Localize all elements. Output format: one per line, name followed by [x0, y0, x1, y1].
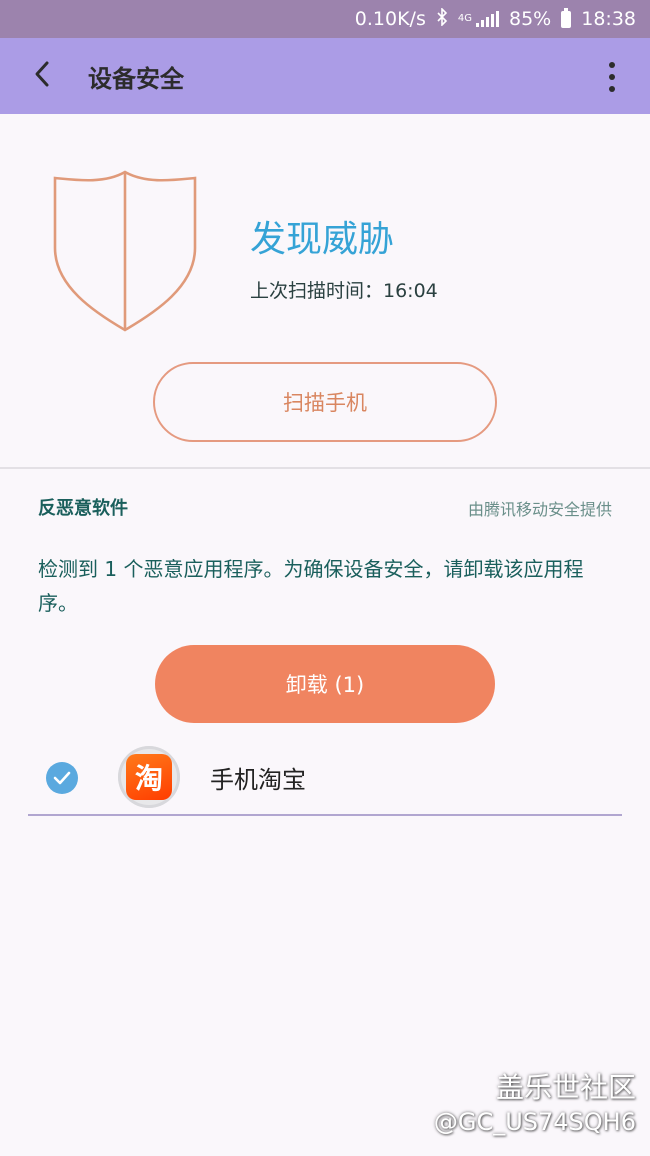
watermark-title: 盖乐世社区 — [495, 1071, 636, 1104]
threat-status-title: 发现威胁 — [250, 219, 395, 260]
last-scan-time: 上次扫描时间：16:04 — [250, 280, 438, 302]
security-status-card: 发现威胁 上次扫描时间：16:04 扫描手机 — [0, 114, 650, 466]
uninstall-button[interactable]: 卸载 (1) — [155, 645, 495, 723]
watermark-user: @GC_US74SQH6 — [433, 1108, 636, 1136]
more-dot — [609, 74, 615, 80]
battery-percent: 85% — [509, 8, 552, 30]
net-speed: 0.10K/s — [354, 8, 426, 30]
app-icon-glyph: 淘 — [126, 754, 172, 800]
list-item[interactable]: 淘 手机淘宝 — [28, 742, 622, 816]
more-options-button[interactable] — [604, 62, 620, 92]
shield-icon — [52, 168, 198, 338]
back-arrow-icon — [32, 60, 52, 92]
checkbox-checked-icon[interactable] — [46, 762, 78, 794]
page-title: 设备安全 — [88, 64, 184, 93]
back-button[interactable] — [12, 38, 72, 114]
clock: 18:38 — [581, 8, 636, 30]
app-bar: 设备安全 — [0, 38, 650, 114]
app-name: 手机淘宝 — [210, 766, 306, 794]
network-type: 4G — [457, 13, 472, 24]
provider-label: 由腾讯移动安全提供 — [467, 500, 612, 519]
taobao-app-icon: 淘 — [118, 746, 180, 808]
section-divider — [0, 467, 650, 469]
battery-icon — [561, 7, 572, 28]
malware-message: 检测到 1 个恶意应用程序。为确保设备安全，请卸载该应用程序。 — [38, 557, 584, 615]
more-dots-icon — [609, 62, 615, 68]
bluetooth-icon — [436, 7, 448, 30]
anti-malware-section-title: 反恶意软件 — [38, 498, 128, 519]
more-dot — [609, 86, 615, 92]
signal-icon — [476, 11, 499, 27]
status-bar: 0.10K/s 4G 85% 18:38 — [0, 0, 650, 38]
scan-phone-button[interactable]: 扫描手机 — [153, 362, 497, 442]
